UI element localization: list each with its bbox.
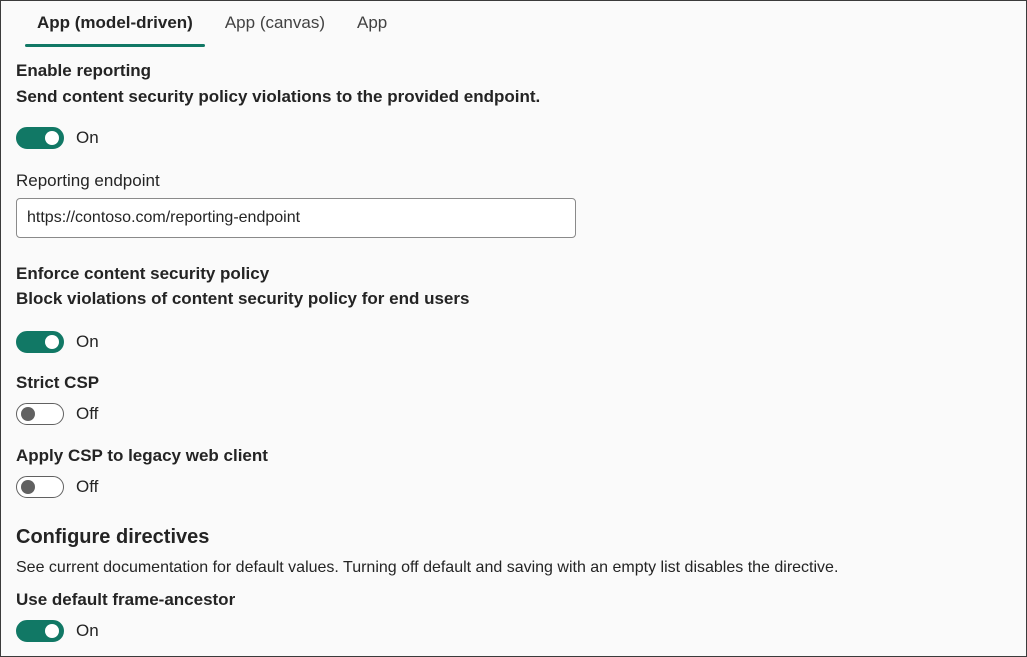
tab-app-canvas[interactable]: App (canvas) (213, 1, 337, 47)
configure-directives-description: See current documentation for default va… (16, 559, 839, 576)
enable-reporting-toggle[interactable] (16, 127, 64, 149)
enforce-csp-switch-row: On (16, 329, 99, 355)
toggle-knob (45, 131, 59, 145)
enforce-csp-title: Enforce content security policy (16, 264, 270, 283)
frame-ancestor-toggle[interactable] (16, 620, 64, 642)
enable-reporting-title: Enable reporting (16, 61, 152, 80)
frame-ancestor-switch-row: On (16, 618, 99, 644)
enforce-csp-description: Block violations of content security pol… (16, 289, 470, 308)
strict-csp-state: Off (76, 404, 99, 423)
toggle-knob (21, 407, 35, 421)
enforce-csp-toggle[interactable] (16, 331, 64, 353)
strict-csp-switch-row: Off (16, 401, 98, 427)
toggle-knob (45, 335, 59, 349)
enable-reporting-switch-row: On (16, 125, 99, 151)
enable-reporting-state: On (76, 128, 99, 147)
strict-csp-title: Strict CSP (16, 373, 100, 392)
strict-csp-toggle[interactable] (16, 403, 64, 425)
legacy-client-toggle[interactable] (16, 476, 64, 498)
enforce-csp-state: On (76, 332, 99, 351)
configure-directives-heading: Configure directives (16, 526, 210, 548)
enable-reporting-description: Send content security policy violations … (16, 87, 541, 106)
toggle-knob (45, 624, 59, 638)
frame-ancestor-title: Use default frame-ancestor (16, 590, 236, 609)
tab-app-model-driven[interactable]: App (model-driven) (25, 1, 205, 47)
tab-app[interactable]: App (345, 1, 399, 47)
toggle-knob (21, 480, 35, 494)
legacy-client-switch-row: Off (16, 474, 98, 500)
reporting-endpoint-input[interactable] (16, 198, 576, 238)
frame-ancestor-state: On (76, 621, 99, 640)
legacy-client-title: Apply CSP to legacy web client (16, 446, 268, 465)
tab-bar: App (model-driven) App (canvas) App (25, 1, 399, 47)
reporting-endpoint-label: Reporting endpoint (16, 171, 160, 190)
legacy-client-state: Off (76, 477, 99, 496)
settings-panel: App (model-driven) App (canvas) App Enab… (0, 0, 1027, 657)
